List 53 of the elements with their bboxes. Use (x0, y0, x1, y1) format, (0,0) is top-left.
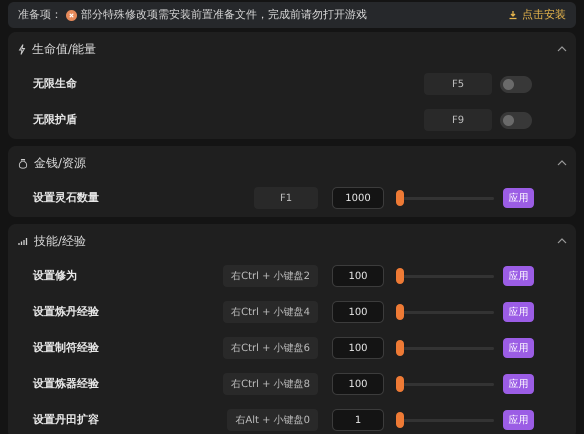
apply-button[interactable]: 应用 (503, 338, 534, 358)
toggle-switch[interactable] (500, 112, 532, 128)
value-input[interactable]: 1 (332, 409, 384, 431)
apply-button[interactable]: 应用 (503, 374, 534, 394)
slider-track[interactable] (396, 267, 494, 285)
section-title: 生命值/能量 (32, 41, 98, 58)
slider-track[interactable] (396, 189, 494, 207)
hotkey-label: 右Alt + 小键盘0 (227, 409, 318, 431)
bag-icon (18, 158, 28, 168)
value-input[interactable]: 1000 (332, 187, 384, 209)
option-label: 设置炼器经验 (33, 376, 100, 392)
slider-track[interactable] (396, 411, 494, 429)
section-title: 技能/经验 (34, 233, 88, 250)
section-title: 金钱/资源 (34, 155, 88, 172)
hotkey-label: F5 (424, 73, 492, 95)
slider-track[interactable] (396, 339, 494, 357)
slider-thumb[interactable] (396, 340, 404, 356)
value-input[interactable]: 100 (332, 373, 384, 395)
slider-thumb[interactable] (396, 268, 404, 284)
value-input[interactable]: 100 (332, 337, 384, 359)
download-icon (508, 10, 518, 20)
option-label: 无限护盾 (33, 112, 78, 128)
lightning-icon (18, 44, 26, 54)
slider-track[interactable] (396, 303, 494, 321)
banner-label: 准备项： (18, 6, 62, 23)
value-input[interactable]: 100 (332, 265, 384, 287)
slider-thumb[interactable] (396, 190, 404, 206)
hotkey-label: F9 (424, 109, 492, 131)
slider-track[interactable] (396, 375, 494, 393)
slider-thumb[interactable] (396, 304, 404, 320)
hotkey-label: 右Ctrl + 小键盘4 (223, 301, 318, 323)
toggle-switch[interactable] (500, 76, 532, 92)
hotkey-label: 右Ctrl + 小键盘2 (223, 265, 318, 287)
apply-button[interactable]: 应用 (503, 188, 534, 208)
banner-message: 部分特殊修改项需安装前置准备文件，完成前请勿打开游戏 (81, 6, 368, 23)
bar-chart-icon (18, 236, 28, 246)
hotkey-label: F1 (254, 187, 318, 209)
option-label: 设置丹田扩容 (33, 412, 100, 428)
option-label: 设置制符经验 (33, 340, 100, 356)
option-label: 设置灵石数量 (33, 190, 100, 206)
option-label: 设置修为 (33, 268, 78, 284)
option-label: 设置炼丹经验 (33, 304, 100, 320)
apply-button[interactable]: 应用 (503, 302, 534, 322)
apply-button[interactable]: 应用 (503, 266, 534, 286)
value-input[interactable]: 100 (332, 301, 384, 323)
hotkey-label: 右Ctrl + 小键盘8 (223, 373, 318, 395)
slider-thumb[interactable] (396, 412, 404, 428)
slider-thumb[interactable] (396, 376, 404, 392)
apply-button[interactable]: 应用 (503, 410, 534, 430)
hotkey-label: 右Ctrl + 小键盘6 (223, 337, 318, 359)
install-button[interactable]: 点击安装 (508, 6, 566, 24)
option-label: 无限生命 (33, 76, 78, 92)
error-icon (66, 10, 77, 20)
